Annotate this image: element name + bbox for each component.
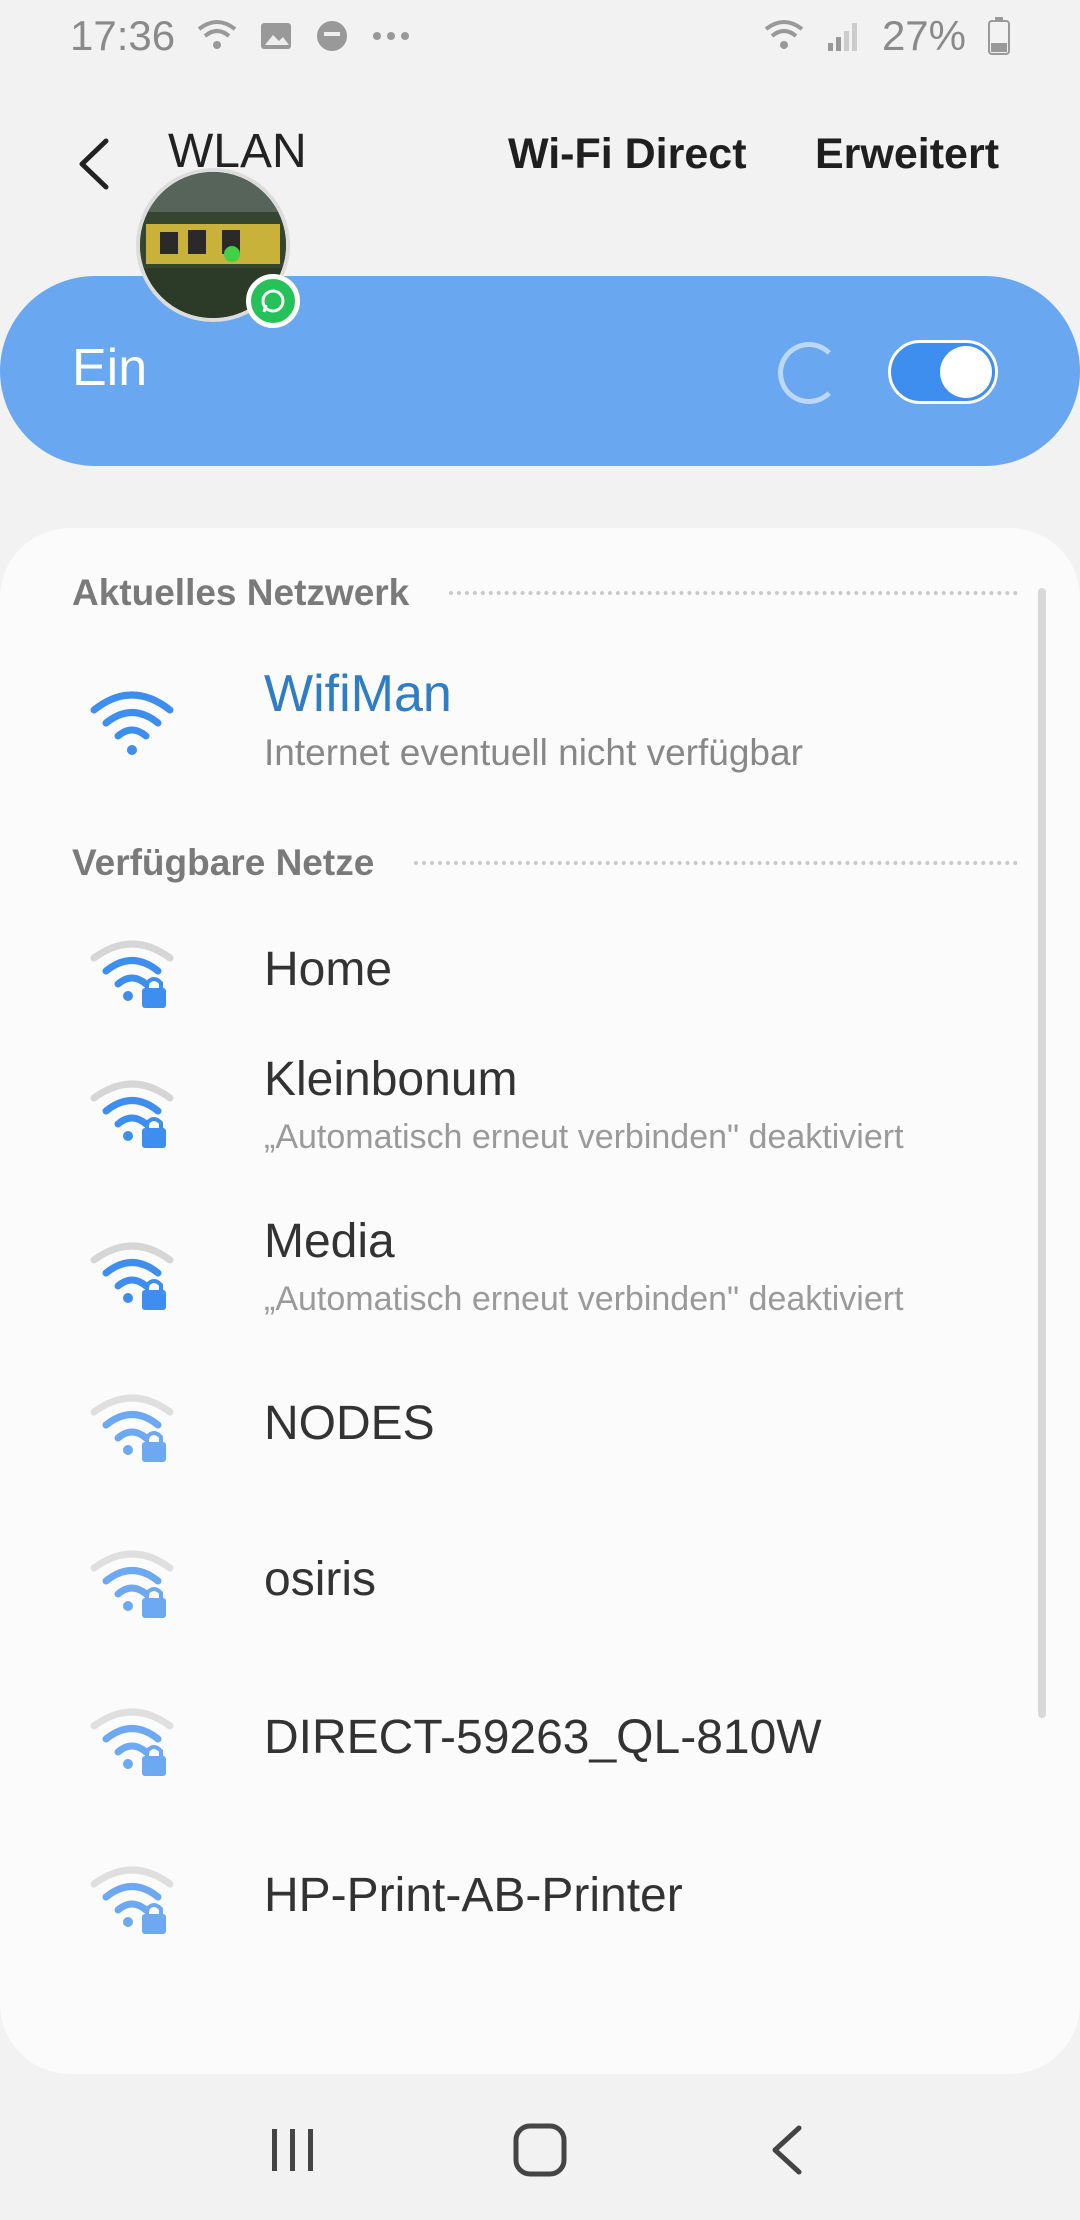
available-networks-header-label: Verfügbare Netze (72, 842, 375, 883)
whatsapp-badge-icon (246, 274, 300, 328)
wifi-lock-icon (90, 1394, 174, 1462)
wifi-switch-label: Ein (72, 339, 148, 397)
current-network-name: WifiMan (264, 665, 452, 723)
advanced-button[interactable]: Erweitert (815, 130, 999, 179)
toggle-knob (940, 346, 992, 398)
available-networks-header: Verfügbare Netze (72, 842, 1018, 884)
current-network-header-label: Aktuelles Netzwerk (72, 572, 410, 613)
loading-spinner-icon (778, 342, 840, 404)
network-name: NODES (264, 1397, 435, 1450)
wifi-toggle[interactable] (888, 340, 998, 404)
network-row[interactable]: Home (0, 918, 1080, 1048)
back-arrow-icon (79, 138, 109, 190)
network-row[interactable]: NODES (0, 1372, 1080, 1522)
wifi-lock-icon (90, 940, 174, 1008)
divider (449, 591, 1018, 595)
home-button[interactable] (495, 2105, 585, 2195)
wifi-lock-icon (90, 1866, 174, 1934)
more-dots-icon (371, 31, 411, 41)
home-icon (513, 2123, 567, 2177)
back-button[interactable] (58, 128, 130, 200)
network-name: Kleinbonum (264, 1053, 518, 1106)
network-row[interactable]: Kleinbonum „Automatisch erneut verbinden"… (0, 1048, 1080, 1208)
current-network-header: Aktuelles Netzwerk (72, 572, 1018, 614)
back-icon (772, 2125, 802, 2175)
recent-apps-button[interactable] (248, 2105, 338, 2195)
network-name: HP-Print-AB-Printer (264, 1869, 683, 1922)
status-time: 17:36 (70, 12, 176, 59)
wifi-signal-icon (764, 19, 804, 53)
back-nav-button[interactable] (742, 2105, 832, 2195)
network-name: DIRECT-59263_QL-810W (264, 1711, 822, 1764)
network-row[interactable]: DIRECT-59263_QL-810W (0, 1686, 1080, 1836)
battery-icon (988, 17, 1010, 55)
wifi-lock-icon (90, 1080, 174, 1148)
network-list-card: Aktuelles Netzwerk WifiMan Internet even… (0, 528, 1080, 2074)
network-name: osiris (264, 1553, 377, 1606)
network-name: Home (264, 943, 393, 996)
wifi-signal-icon (197, 19, 237, 53)
current-network-row[interactable]: WifiMan Internet eventuell nicht verfügb… (0, 648, 1080, 808)
gallery-icon (259, 19, 293, 53)
network-row[interactable]: HP-Print-AB-Printer (0, 1844, 1080, 1994)
network-row[interactable]: Media „Automatisch erneut verbinden" deak… (0, 1210, 1080, 1370)
navigation-bar (0, 2080, 1080, 2220)
wifi-lock-icon (90, 1708, 174, 1776)
wifi-lock-icon (90, 1242, 174, 1310)
wifi-direct-button[interactable]: Wi-Fi Direct (508, 130, 747, 179)
current-network-status: Internet eventuell nicht verfügbar (264, 732, 803, 773)
wifi-lock-icon (90, 1550, 174, 1618)
network-name: Media (264, 1215, 395, 1268)
status-bar: 17:36 27% (0, 0, 1080, 72)
network-sub-status: „Automatisch erneut verbinden" deaktivie… (264, 1280, 904, 1318)
wifi-full-icon (90, 691, 174, 755)
smiley-icon (315, 19, 349, 53)
network-row[interactable]: osiris (0, 1528, 1080, 1678)
divider (414, 861, 1018, 865)
battery-text: 27% (881, 12, 966, 59)
network-sub-status: „Automatisch erneut verbinden" deaktivie… (264, 1118, 904, 1156)
wifi-master-switch-bar[interactable]: Ein (0, 276, 1080, 466)
cell-signal-icon (826, 19, 860, 53)
recent-apps-icon (272, 2129, 314, 2171)
